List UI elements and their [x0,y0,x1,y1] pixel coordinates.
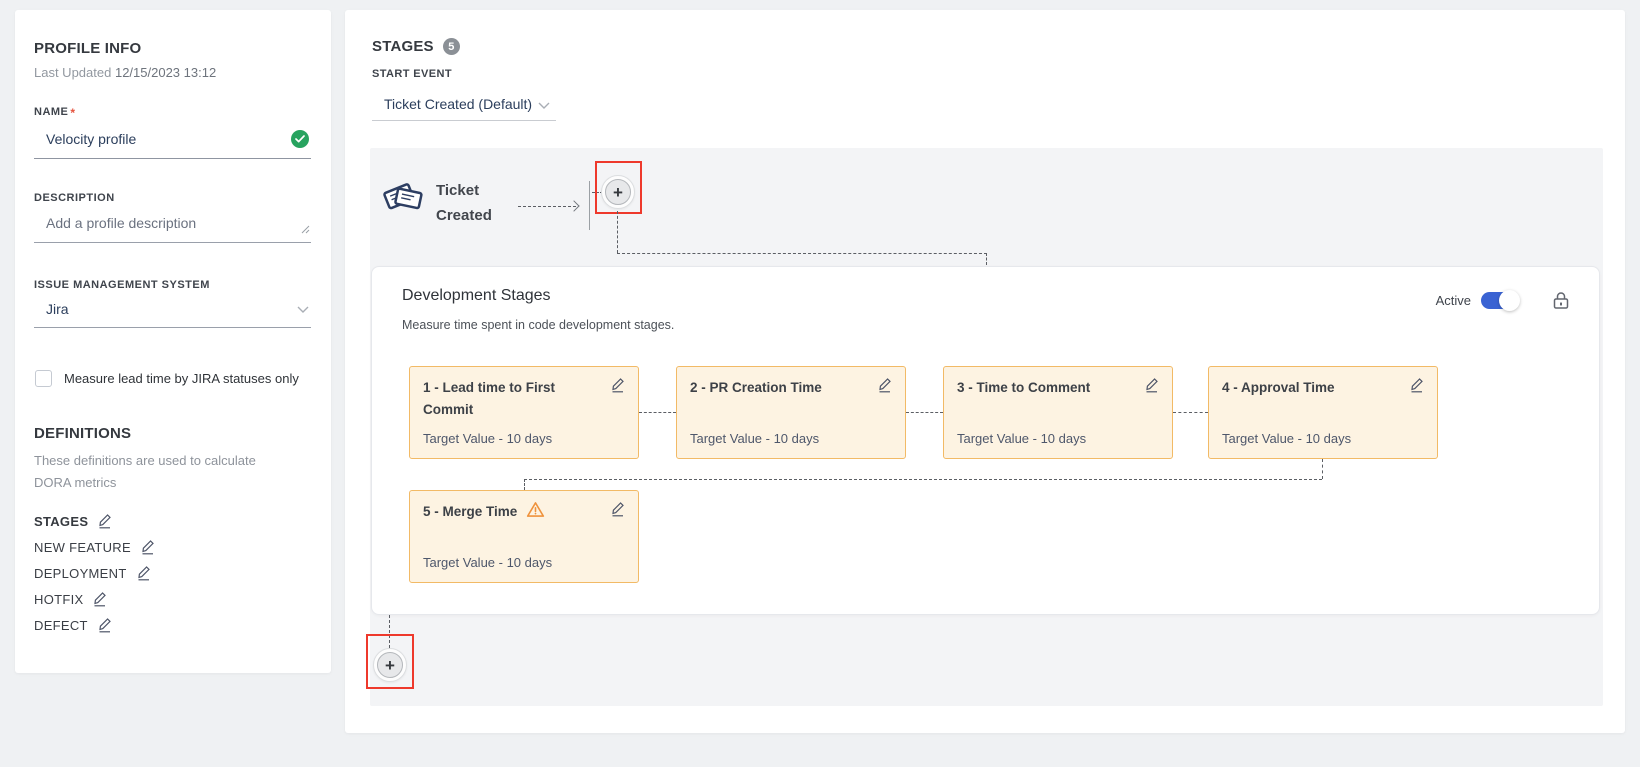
chevron-down-icon [297,300,309,318]
name-field-row [34,125,311,159]
edit-icon[interactable] [610,377,625,393]
stage-title: 5 - Merge Time [423,501,517,523]
description-textarea[interactable] [46,213,309,233]
stages-title: STAGES [372,38,434,55]
profile-editor-page: PROFILE INFO Last Updated 12/15/2023 13:… [0,0,1640,767]
connector-line [617,211,618,253]
stage-target-value: Target Value - 10 days [1222,431,1424,446]
stage-card-5[interactable]: 5 - Merge Time Target Value - 10 [409,490,639,583]
edit-icon[interactable] [92,591,107,607]
stage-card-3[interactable]: 3 - Time to Comment Target Value - 10 da… [943,366,1173,459]
stages-header: STAGES 5 START EVENT Ticket Created (Def… [372,38,556,121]
description-field-row [34,209,311,243]
lock-icon[interactable] [1551,290,1571,316]
edit-icon[interactable] [877,377,892,393]
stages-count-badge: 5 [443,38,460,55]
highlight-box-top [595,161,642,214]
last-updated-label: Last Updated [34,65,111,80]
edit-icon[interactable] [1409,377,1424,393]
definitions-title: DEFINITIONS [34,425,311,442]
start-node-label: Ticket Created [436,178,520,228]
definition-item-hotfix: HOTFIX [34,586,311,612]
start-event-select[interactable]: Ticket Created (Default) [372,91,556,121]
connector-bar [589,181,590,230]
connector-line [639,412,676,413]
definition-item-new-feature: NEW FEATURE [34,534,311,560]
edit-icon[interactable] [610,501,625,517]
connector-line [1322,459,1323,479]
edit-icon[interactable] [97,513,112,529]
connector-line [1173,412,1208,413]
stage-card-4[interactable]: 4 - Approval Time Target Value - 10 days [1208,366,1438,459]
profile-info-sidebar: PROFILE INFO Last Updated 12/15/2023 13:… [15,10,331,673]
arrow-head-icon [568,200,579,211]
stage-target-value: Target Value - 10 days [423,555,625,570]
name-label: NAME* [34,106,311,120]
group-title: Development Stages [402,287,551,305]
connector-line [524,479,525,490]
highlight-box-bottom [366,634,414,689]
stage-target-value: Target Value - 10 days [690,431,892,446]
chevron-down-icon [538,96,550,112]
lead-time-checkbox[interactable] [35,370,52,387]
warning-icon [526,501,545,523]
connector-line [524,479,1322,480]
workflow-canvas: Ticket Created + Development Stages Meas… [370,148,1603,706]
definition-item-deployment: DEPLOYMENT [34,560,311,586]
stage-target-value: Target Value - 10 days [957,431,1159,446]
stage-title: 2 - PR Creation Time [690,377,822,399]
development-stages-panel: Development Stages Measure time spent in… [371,266,1600,615]
stage-target-value: Target Value - 10 days [423,431,625,446]
definition-item-defect: DEFECT [34,612,311,638]
profile-info-title: PROFILE INFO [34,40,311,57]
issue-management-label: ISSUE MANAGEMENT SYSTEM [34,279,311,291]
stage-title: 1 - Lead time to First Commit [423,377,591,420]
stage-card-2[interactable]: 2 - PR Creation Time Target Value - 10 d… [676,366,906,459]
edit-icon[interactable] [1144,377,1159,393]
connector-line [617,253,987,254]
start-event-value: Ticket Created (Default) [384,96,532,112]
description-label: DESCRIPTION [34,192,311,204]
issue-management-select[interactable]: Jira [34,296,311,328]
toggle-knob [1499,290,1520,311]
last-updated-value: 12/15/2023 13:12 [115,65,216,80]
lead-time-checkbox-label: Measure lead time by JIRA statuses only [64,371,299,386]
lead-time-checkbox-row: Measure lead time by JIRA statuses only [34,370,311,387]
name-input[interactable] [46,129,291,149]
required-asterisk: * [70,106,75,120]
group-description: Measure time spent in code development s… [402,318,674,332]
connector-line [906,412,943,413]
edit-icon[interactable] [140,539,155,555]
resize-handle-icon[interactable] [301,221,310,239]
definition-item-stages: STAGES [34,508,311,534]
start-event-label: START EVENT [372,68,556,80]
edit-icon[interactable] [136,565,151,581]
stage-title: 4 - Approval Time [1222,377,1335,399]
issue-management-value: Jira [46,301,69,317]
stages-main-panel: STAGES 5 START EVENT Ticket Created (Def… [345,10,1625,733]
active-toggle-row: Active [1436,292,1518,309]
active-label: Active [1436,293,1471,308]
stage-card-1[interactable]: 1 - Lead time to First Commit Target Val… [409,366,639,459]
edit-icon[interactable] [97,617,112,633]
active-toggle[interactable] [1481,292,1518,309]
stage-title: 3 - Time to Comment [957,377,1090,399]
last-updated: Last Updated 12/15/2023 13:12 [34,65,311,80]
connector-arrow-line [518,206,576,207]
connector-line [986,253,987,265]
valid-check-icon [291,130,309,148]
ticket-icon [382,173,428,224]
definitions-description: These definitions are used to calculate … [34,450,286,494]
